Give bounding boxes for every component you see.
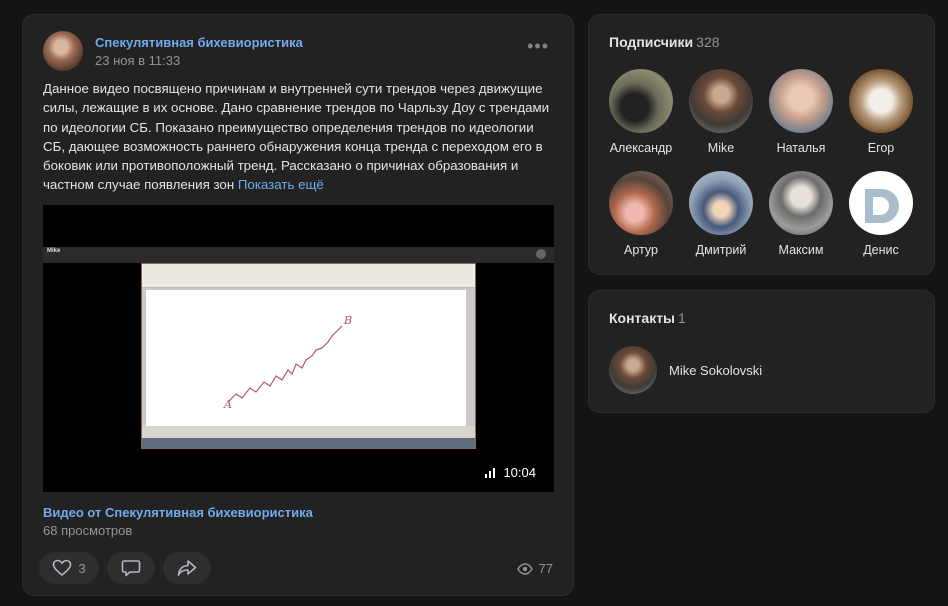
subscriber-item[interactable]: Максим xyxy=(761,171,841,257)
subscriber-name[interactable]: Александр xyxy=(610,141,673,155)
subscribers-count: 328 xyxy=(696,34,720,50)
avatar[interactable] xyxy=(609,171,673,235)
subscriber-item[interactable]: Александр xyxy=(601,69,681,155)
share-icon xyxy=(177,560,197,576)
subscriber-name[interactable]: Дмитрий xyxy=(696,243,747,257)
avatar[interactable] xyxy=(609,346,657,394)
avatar[interactable] xyxy=(849,171,913,235)
subscribers-title[interactable]: Подписчики 328 xyxy=(609,34,720,50)
contact-name[interactable]: Mike Sokolovski xyxy=(669,363,762,378)
post-author[interactable]: Спекулятивная бихевиористика xyxy=(95,35,303,50)
post-text: Данное видео посвящено причинам и внутре… xyxy=(43,79,555,195)
eye-icon xyxy=(516,562,533,575)
video-duration: 10:04 xyxy=(485,465,536,480)
video-paint-toolbar xyxy=(142,264,475,288)
subscriber-item[interactable]: Mike xyxy=(681,69,761,155)
hand-drawn-trend-line: A B xyxy=(223,314,352,411)
contacts-title-text: Контакты xyxy=(609,310,676,326)
avatar[interactable] xyxy=(769,69,833,133)
post-card: Спекулятивная бихевиористика 23 ноя в 11… xyxy=(22,14,574,596)
subscriber-name[interactable]: Максим xyxy=(779,243,824,257)
subscriber-item[interactable]: Дмитрий xyxy=(681,171,761,257)
subscriber-name[interactable]: Денис xyxy=(863,243,899,257)
share-button[interactable] xyxy=(163,552,211,584)
avatar[interactable] xyxy=(689,171,753,235)
video-screen-capture: A B xyxy=(141,263,476,449)
more-dots-icon[interactable]: ••• xyxy=(527,37,549,55)
subscribers-card: Подписчики 328 Александр Mike Наталья Его… xyxy=(588,14,935,275)
video-duration-text: 10:04 xyxy=(503,465,536,480)
subscriber-item[interactable]: Артур xyxy=(601,171,681,257)
subscribers-grid: Александр Mike Наталья Егор Артур Дмитри… xyxy=(601,69,921,257)
subscriber-item[interactable]: Егор xyxy=(841,69,921,155)
post-views-count: 77 xyxy=(538,561,553,576)
video-title-link[interactable]: Видео от Спекулятивная бихевиористика xyxy=(43,505,313,520)
video-inner-topbar: Mike xyxy=(43,247,554,263)
avatar[interactable] xyxy=(689,69,753,133)
post-body: Данное видео посвящено причинам и внутре… xyxy=(43,81,550,193)
contacts-title[interactable]: Контакты 1 xyxy=(609,310,686,326)
like-button[interactable]: 3 xyxy=(39,552,99,584)
avatar[interactable] xyxy=(769,171,833,235)
post-date[interactable]: 23 ноя в 11:33 xyxy=(95,53,180,68)
video-taskbar xyxy=(142,438,475,448)
subscriber-name[interactable]: Наталья xyxy=(777,141,826,155)
video-inner-avatar xyxy=(536,249,546,259)
contacts-card: Контакты 1 Mike Sokolovski xyxy=(588,290,935,413)
subscriber-item[interactable]: Наталья xyxy=(761,69,841,155)
video-player[interactable]: Mike A B 10:04 xyxy=(43,205,554,492)
subscriber-name[interactable]: Mike xyxy=(708,141,734,155)
author-avatar[interactable] xyxy=(43,31,83,71)
bars-icon xyxy=(485,467,496,478)
video-statusbar xyxy=(142,426,475,438)
subscriber-name[interactable]: Егор xyxy=(868,141,895,155)
like-count: 3 xyxy=(78,560,86,576)
post-views: 77 xyxy=(516,561,553,576)
chart-label-a: A xyxy=(223,398,232,411)
video-inner-title: Mike xyxy=(47,248,61,254)
avatar[interactable] xyxy=(609,69,673,133)
subscribers-title-text: Подписчики xyxy=(609,34,694,50)
show-more-link[interactable]: Показать ещё xyxy=(238,177,324,192)
avatar[interactable] xyxy=(849,69,913,133)
video-views: 68 просмотров xyxy=(43,523,133,538)
video-paint-canvas: A B xyxy=(146,290,466,426)
comment-icon xyxy=(121,560,141,577)
chart-label-b: B xyxy=(343,314,352,327)
heart-icon xyxy=(53,559,72,577)
contact-item[interactable]: Mike Sokolovski xyxy=(609,346,762,394)
subscriber-name[interactable]: Артур xyxy=(624,243,658,257)
subscriber-item[interactable]: Денис xyxy=(841,171,921,257)
contacts-count: 1 xyxy=(678,310,686,326)
comment-button[interactable] xyxy=(107,552,155,584)
